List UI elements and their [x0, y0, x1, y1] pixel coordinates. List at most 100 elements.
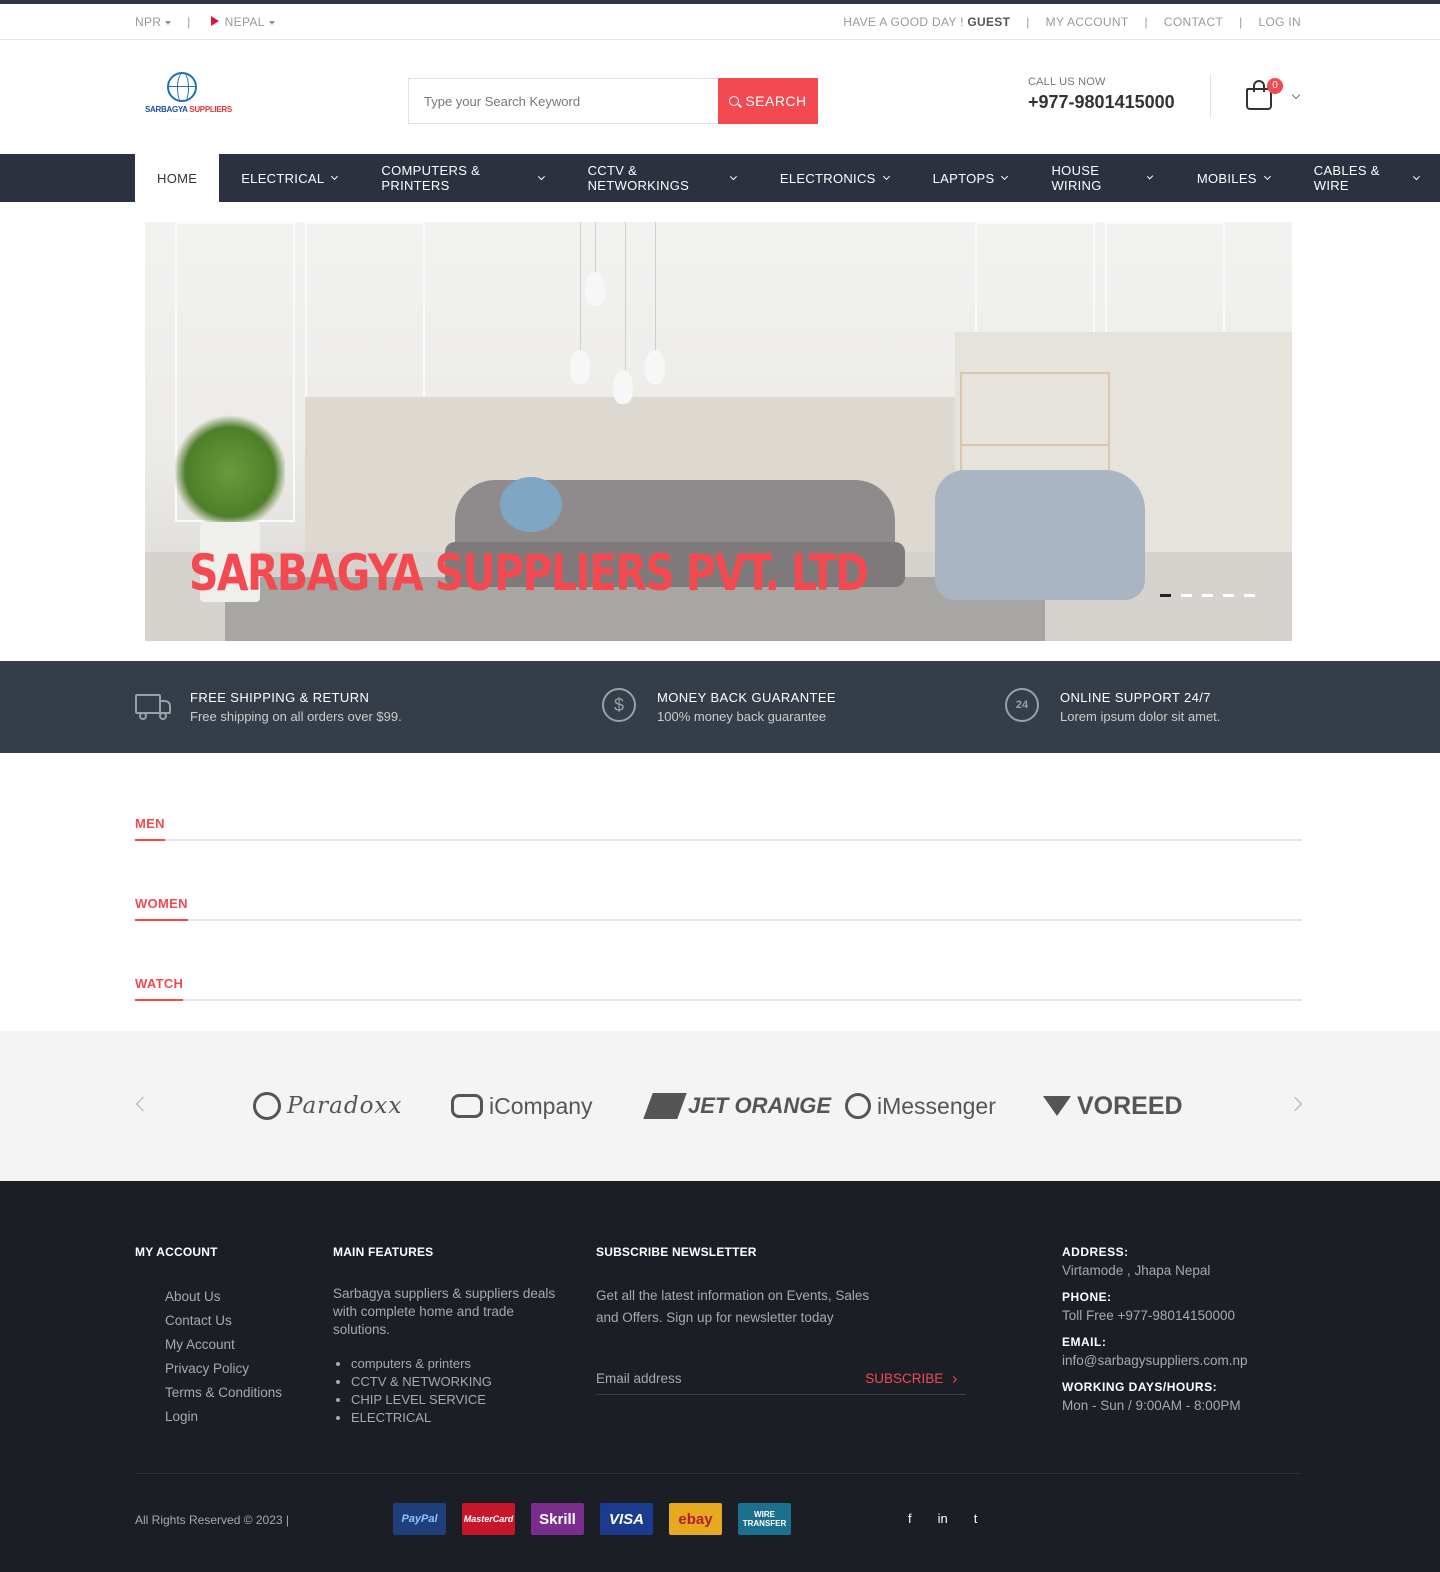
- nav-item-home[interactable]: HOME: [135, 154, 220, 202]
- brand-logo[interactable]: JET ORANGE: [643, 1089, 831, 1123]
- footer-link[interactable]: Privacy Policy: [165, 1357, 282, 1381]
- nav-item-computers-printers[interactable]: COMPUTERS & PRINTERS: [359, 154, 565, 202]
- jet-orange-logo-icon: [643, 1093, 687, 1119]
- footer-link[interactable]: About Us: [165, 1285, 282, 1309]
- feature-subtitle: Free shipping on all orders over $99.: [190, 709, 402, 724]
- search-bar: SEARCH: [408, 78, 818, 124]
- pendant-lamp: [570, 350, 590, 384]
- copyright: All Rights Reserved © 2023 |: [135, 1513, 290, 1527]
- feature-subtitle: Lorem ipsum dolor sit amet.: [1060, 709, 1221, 724]
- nav-item-laptops[interactable]: LAPTOPS: [911, 154, 1030, 202]
- feature-title: ONLINE SUPPORT 24/7: [1060, 690, 1211, 705]
- footer-link[interactable]: My Account: [165, 1333, 282, 1357]
- divider: [1210, 74, 1211, 118]
- contact-address: Virtamode , Jhapa Nepal: [1062, 1263, 1211, 1278]
- feature-subtitle: 100% money back guarantee: [657, 709, 827, 724]
- search-input[interactable]: [408, 78, 718, 124]
- slider-dot[interactable]: [1244, 594, 1255, 597]
- voreed-logo-icon: [1043, 1096, 1071, 1116]
- chevron-left-icon[interactable]: [135, 1096, 151, 1112]
- pendant-lamp: [585, 272, 605, 306]
- nav-item-cctv-networkings[interactable]: CCTV & NETWORKINGS: [566, 154, 758, 202]
- footer-link[interactable]: Login: [165, 1405, 282, 1429]
- visa-icon: VISA: [600, 1503, 653, 1535]
- slider-dot[interactable]: [1181, 594, 1192, 597]
- brand-carousel: Paradoxx iCompany JET ORANGE iMessenger …: [0, 1031, 1440, 1181]
- search-button[interactable]: SEARCH: [718, 78, 818, 124]
- contact-label: PHONE:: [1062, 1290, 1112, 1304]
- payment-methods: PayPal MasterCard Skrill VISA ebay WIRE …: [393, 1503, 791, 1535]
- section-title[interactable]: MEN: [135, 816, 165, 841]
- country-selector[interactable]: NEPAL: [201, 15, 275, 29]
- hero-slider[interactable]: SARBAGYA SUPPLIERS PVT. LTD: [145, 222, 1292, 641]
- nav-item-mobiles[interactable]: MOBILES: [1175, 154, 1292, 202]
- twitter-icon[interactable]: t: [974, 1511, 978, 1526]
- country-label: NEPAL: [224, 15, 265, 29]
- imessenger-logo-icon: [845, 1093, 871, 1119]
- plant: [175, 412, 285, 532]
- brand-logo[interactable]: Paradoxx: [253, 1089, 402, 1123]
- call-us-label: CALL US NOW: [1028, 76, 1106, 88]
- subscribe-button[interactable]: SUBSCRIBE: [865, 1371, 966, 1386]
- phone-number: +977-9801415000: [1028, 92, 1175, 112]
- footer-heading: MY ACCOUNT: [135, 1245, 218, 1259]
- facebook-icon[interactable]: f: [908, 1511, 912, 1526]
- hero-title: SARBAGYA SUPPLIERS PVT. LTD: [189, 544, 869, 602]
- feature-title: FREE SHIPPING & RETURN: [190, 690, 370, 705]
- footer-contact: ADDRESS: Virtamode , Jhapa Nepal PHONE: …: [1062, 1245, 1302, 1425]
- pendant-lamp: [645, 350, 665, 384]
- greeting: HAVE A GOOD DAY ! GUEST: [843, 15, 1011, 29]
- chevron-down-icon[interactable]: [1291, 90, 1301, 100]
- footer: MY ACCOUNT About Us Contact Us My Accoun…: [0, 1181, 1440, 1572]
- footer-text: Sarbagya suppliers & suppliers deals wit…: [333, 1286, 556, 1337]
- brand-logo[interactable]: iMessenger: [845, 1089, 996, 1123]
- features-band: FREE SHIPPING & RETURN Free shipping on …: [0, 661, 1440, 753]
- chevron-down-icon: [1147, 173, 1154, 180]
- ebay-icon: ebay: [669, 1503, 722, 1535]
- icompany-logo-icon: [451, 1094, 483, 1118]
- feature-list-item: ELECTRICAL: [351, 1409, 573, 1427]
- chevron-down-icon: [882, 172, 890, 181]
- brand-logo[interactable]: iCompany: [451, 1089, 593, 1123]
- top-bar: NPR | NEPAL HAVE A GOOD DAY ! GUEST | MY…: [0, 0, 1440, 40]
- footer-link[interactable]: Terms & Conditions: [165, 1381, 282, 1405]
- section-title[interactable]: WATCH: [135, 976, 184, 1001]
- section-title[interactable]: WOMEN: [135, 896, 188, 921]
- feature-support: 24 ONLINE SUPPORT 24/7 Lorem ipsum dolor…: [1005, 661, 1220, 753]
- linkedin-icon[interactable]: in: [938, 1511, 948, 1526]
- slider-dots: [1160, 594, 1255, 597]
- section-watch: WATCH: [135, 975, 1302, 1001]
- nav-item-electrical[interactable]: ELECTRICAL: [219, 154, 359, 202]
- login-link[interactable]: LOG IN: [1259, 15, 1301, 29]
- skrill-icon: Skrill: [531, 1503, 584, 1535]
- footer-link[interactable]: Contact Us: [165, 1309, 282, 1333]
- contact-link[interactable]: CONTACT: [1164, 15, 1223, 29]
- globe-icon: [167, 72, 197, 102]
- mastercard-icon: MasterCard: [462, 1503, 515, 1535]
- slider-dot[interactable]: [1202, 594, 1213, 597]
- nav-item-house-wiring[interactable]: HOUSE WIRING: [1029, 154, 1174, 202]
- brand-logo[interactable]: VOREED: [1043, 1089, 1183, 1123]
- chevron-down-icon: [268, 20, 275, 25]
- slider-dot[interactable]: [1160, 594, 1171, 597]
- chevron-right-icon[interactable]: [1287, 1096, 1303, 1112]
- chevron-down-icon: [165, 20, 172, 25]
- chevron-down-icon: [1001, 172, 1009, 181]
- contact-label: ADDRESS:: [1062, 1245, 1129, 1259]
- chevron-down-icon: [537, 173, 545, 180]
- contact-email[interactable]: info@sarbagysuppliers.com.np: [1062, 1353, 1302, 1368]
- slider-dot[interactable]: [1223, 594, 1234, 597]
- chevron-down-icon: [1412, 173, 1420, 180]
- nav-item-cables-wire[interactable]: CABLES & WIRE: [1292, 154, 1440, 202]
- footer-my-account: MY ACCOUNT About Us Contact Us My Accoun…: [135, 1245, 282, 1429]
- nav-item-electronics[interactable]: ELECTRONICS: [758, 154, 911, 202]
- feature-shipping: FREE SHIPPING & RETURN Free shipping on …: [135, 661, 402, 753]
- paradoxx-logo-icon: [253, 1092, 281, 1120]
- currency-selector[interactable]: NPR: [135, 15, 172, 29]
- newsletter-text: Get all the latest information on Events…: [596, 1288, 870, 1325]
- my-account-link[interactable]: MY ACCOUNT: [1046, 15, 1129, 29]
- cart-button[interactable]: 0: [1245, 78, 1283, 112]
- site-logo[interactable]: SARBAGYA SUPPLIERS . . . . . . . . . . .: [145, 72, 232, 122]
- main-nav: HOME ELECTRICAL COMPUTERS & PRINTERS CCT…: [0, 154, 1440, 202]
- email-field[interactable]: [596, 1371, 846, 1386]
